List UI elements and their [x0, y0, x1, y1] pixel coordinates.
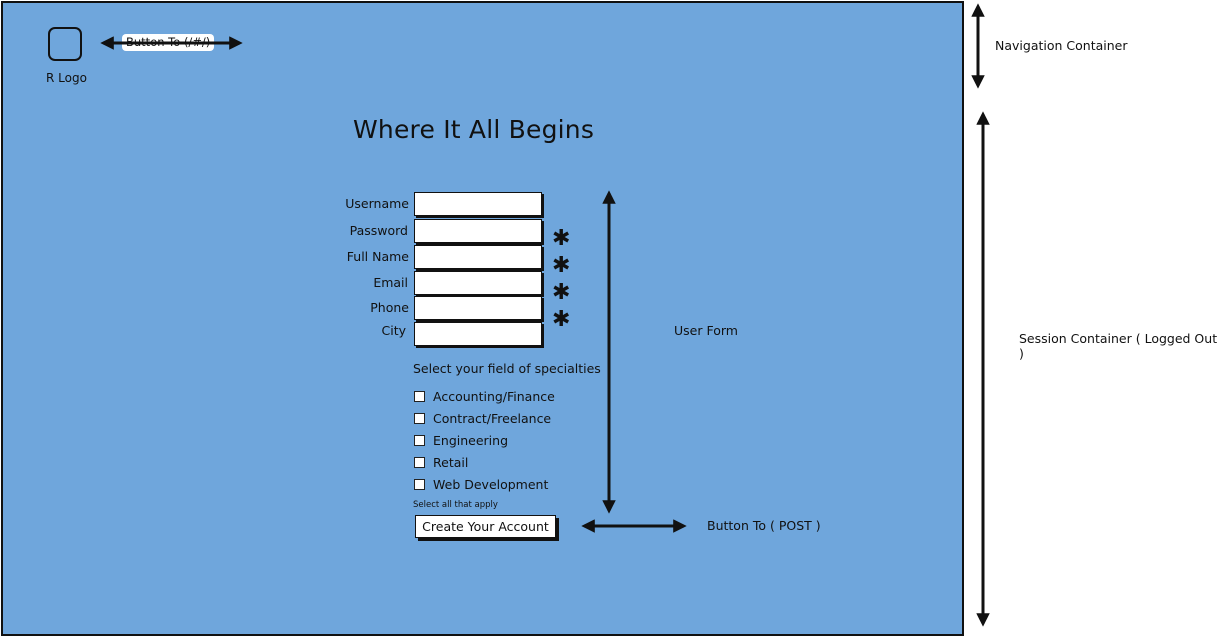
annotation-arrows [100, 3, 990, 627]
